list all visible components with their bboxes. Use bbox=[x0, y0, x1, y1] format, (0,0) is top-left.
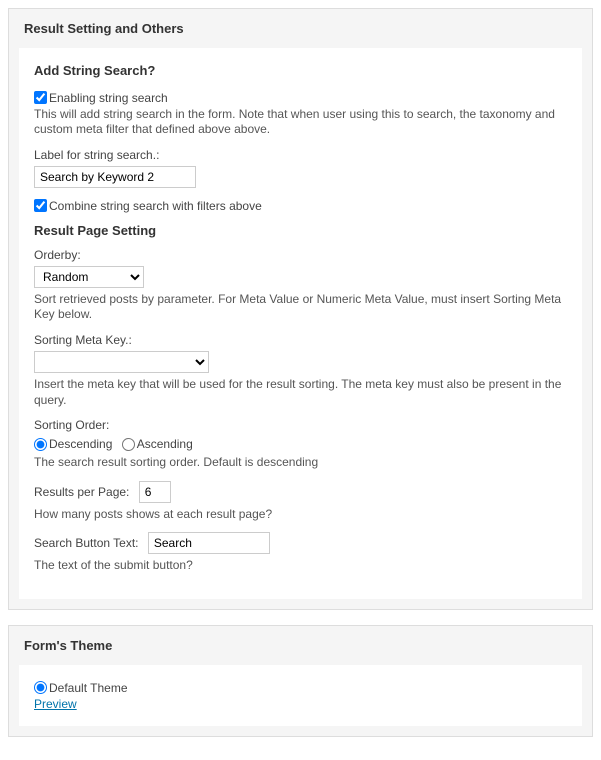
forms-theme-body: Default Theme Preview bbox=[19, 665, 582, 726]
descending-label: Descending bbox=[49, 437, 112, 451]
results-per-page-input[interactable] bbox=[139, 481, 171, 503]
orderby-help: Sort retrieved posts by parameter. For M… bbox=[34, 292, 567, 323]
forms-theme-header: Form's Theme bbox=[9, 626, 592, 665]
result-settings-body: Add String Search? Enabling string searc… bbox=[19, 48, 582, 599]
add-string-search-heading: Add String Search? bbox=[34, 63, 567, 78]
orderby-label: Orderby: bbox=[34, 248, 567, 262]
results-per-page-label: Results per Page: bbox=[34, 485, 129, 499]
preview-link[interactable]: Preview bbox=[34, 697, 77, 711]
search-button-text-label: Search Button Text: bbox=[34, 536, 139, 550]
combine-filters-checkbox[interactable] bbox=[34, 199, 47, 212]
sorting-meta-help: Insert the meta key that will be used fo… bbox=[34, 377, 567, 408]
search-button-text-help: The text of the submit button? bbox=[34, 558, 567, 574]
forms-theme-panel: Form's Theme Default Theme Preview bbox=[8, 625, 593, 737]
string-search-label-input[interactable] bbox=[34, 166, 196, 188]
search-button-text-input[interactable] bbox=[148, 532, 270, 554]
results-per-page-help: How many posts shows at each result page… bbox=[34, 507, 567, 523]
orderby-select[interactable]: Random bbox=[34, 266, 144, 288]
sorting-order-label: Sorting Order: bbox=[34, 418, 567, 432]
combine-filters-label: Combine string search with filters above bbox=[49, 199, 262, 213]
string-search-label-text: Label for string search.: bbox=[34, 148, 567, 162]
default-theme-label: Default Theme bbox=[49, 681, 128, 695]
enable-string-search-checkbox[interactable] bbox=[34, 91, 47, 104]
ascending-label: Ascending bbox=[137, 437, 193, 451]
sorting-meta-label: Sorting Meta Key.: bbox=[34, 333, 567, 347]
enable-string-search-label: Enabling string search bbox=[49, 91, 168, 105]
sorting-meta-select[interactable] bbox=[34, 351, 209, 373]
result-settings-header: Result Setting and Others bbox=[9, 9, 592, 48]
ascending-radio[interactable] bbox=[122, 438, 135, 451]
enable-string-search-help: This will add string search in the form.… bbox=[34, 107, 567, 138]
result-page-setting-heading: Result Page Setting bbox=[34, 223, 567, 238]
descending-radio[interactable] bbox=[34, 438, 47, 451]
sorting-order-help: The search result sorting order. Default… bbox=[34, 455, 567, 471]
default-theme-radio[interactable] bbox=[34, 681, 47, 694]
result-settings-panel: Result Setting and Others Add String Sea… bbox=[8, 8, 593, 610]
